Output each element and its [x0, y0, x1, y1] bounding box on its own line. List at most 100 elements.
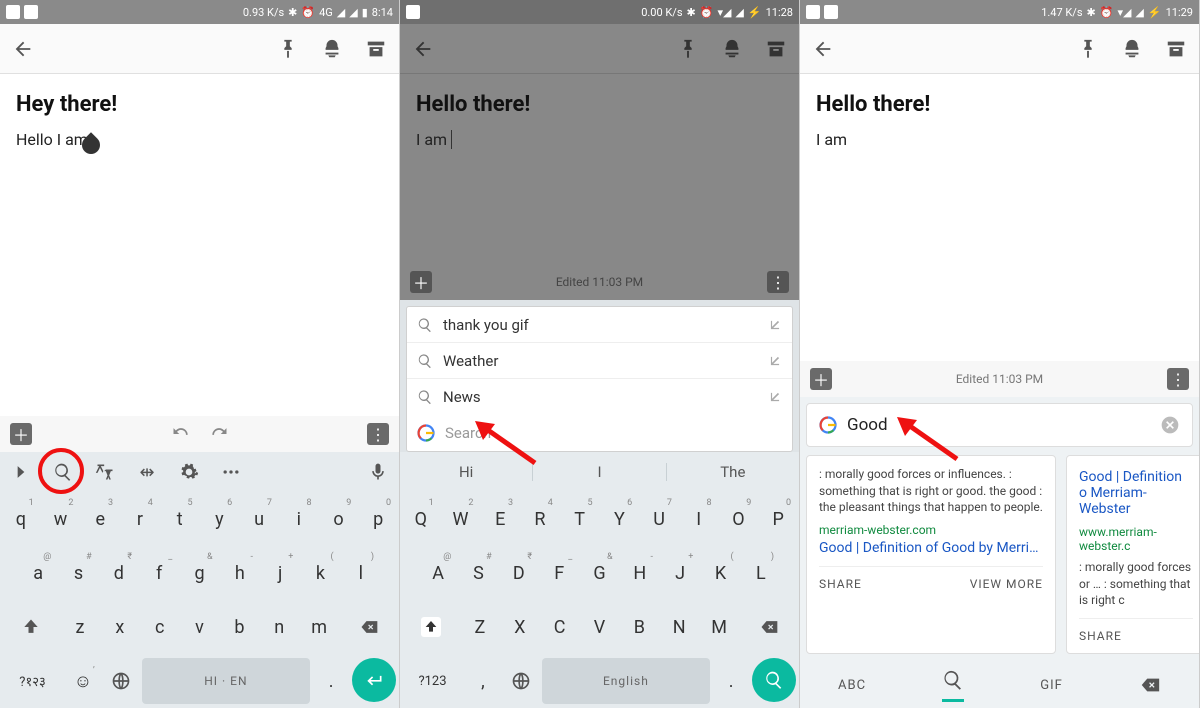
key-x[interactable]: X: [502, 604, 538, 650]
key-p[interactable]: p0: [360, 496, 396, 542]
shift-key[interactable]: [403, 604, 458, 650]
clear-icon[interactable]: [1160, 415, 1180, 435]
more-menu-button[interactable]: ⋮: [1167, 368, 1189, 390]
search-icon[interactable]: [42, 462, 84, 482]
reminder-icon[interactable]: [721, 38, 743, 60]
note-body[interactable]: I am: [816, 129, 1183, 151]
search-suggestion[interactable]: News: [407, 379, 792, 415]
key-f[interactable]: f_: [141, 550, 177, 596]
suggestion-word[interactable]: I: [533, 463, 666, 481]
key-z[interactable]: Z: [462, 604, 498, 650]
suggestion-word[interactable]: The: [667, 463, 799, 481]
pin-icon[interactable]: [277, 38, 299, 60]
key-h[interactable]: H-: [622, 550, 658, 596]
key-i[interactable]: I8: [681, 496, 717, 542]
note-editor[interactable]: Hello there! I am: [800, 74, 1199, 361]
more-icon[interactable]: [210, 462, 252, 482]
share-button[interactable]: SHARE: [819, 577, 862, 591]
key-r[interactable]: R4: [522, 496, 558, 542]
key-e[interactable]: e3: [82, 496, 118, 542]
key-p[interactable]: P0: [760, 496, 796, 542]
redo-icon[interactable]: [209, 424, 229, 444]
key-u[interactable]: u7: [241, 496, 277, 542]
key-a[interactable]: A@: [420, 550, 456, 596]
key-w[interactable]: W2: [443, 496, 479, 542]
key-e[interactable]: E3: [482, 496, 518, 542]
gif-tab[interactable]: GIF: [1040, 678, 1063, 693]
translate-icon[interactable]: [84, 462, 126, 482]
view-more-button[interactable]: VIEW MORE: [970, 577, 1043, 591]
spacebar-key[interactable]: English: [542, 658, 711, 704]
more-menu-button[interactable]: ⋮: [767, 271, 789, 293]
period-key[interactable]: .: [314, 658, 348, 704]
symbols-key[interactable]: ?123: [403, 658, 462, 704]
key-m[interactable]: m: [301, 604, 337, 650]
key-f[interactable]: F_: [541, 550, 577, 596]
add-button[interactable]: ＋: [10, 423, 32, 445]
key-v[interactable]: v: [182, 604, 218, 650]
key-b[interactable]: B: [621, 604, 657, 650]
collapse-icon[interactable]: [0, 462, 42, 482]
key-j[interactable]: J+: [662, 550, 698, 596]
key-o[interactable]: o9: [321, 496, 357, 542]
search-suggestion[interactable]: Weather: [407, 343, 792, 379]
note-body[interactable]: I am: [416, 129, 783, 151]
search-input-row[interactable]: Search: [407, 415, 792, 451]
key-w[interactable]: w2: [43, 496, 79, 542]
note-editor[interactable]: Hey there! Hello I am: [0, 74, 399, 416]
backspace-key[interactable]: [341, 604, 396, 650]
abc-tab[interactable]: ABC: [838, 678, 866, 693]
key-a[interactable]: a@: [20, 550, 56, 596]
key-s[interactable]: S#: [460, 550, 496, 596]
emoji-key[interactable]: ☺,: [66, 658, 100, 704]
gboard-search-input[interactable]: Good: [806, 403, 1193, 447]
key-y[interactable]: y6: [202, 496, 238, 542]
result-card[interactable]: Good | Definition o Merriam-Webster www.…: [1066, 455, 1199, 654]
key-i[interactable]: i8: [281, 496, 317, 542]
key-k[interactable]: K(: [702, 550, 738, 596]
key-c[interactable]: C: [542, 604, 578, 650]
key-d[interactable]: d₹: [101, 550, 137, 596]
key-c[interactable]: c: [142, 604, 178, 650]
key-m[interactable]: M: [701, 604, 737, 650]
key-g[interactable]: g&: [181, 550, 217, 596]
key-l[interactable]: L): [743, 550, 779, 596]
backspace-key[interactable]: [741, 604, 796, 650]
back-icon[interactable]: [412, 38, 434, 60]
settings-icon[interactable]: [168, 462, 210, 482]
key-s[interactable]: s#: [60, 550, 96, 596]
key-o[interactable]: O9: [721, 496, 757, 542]
key-k[interactable]: k(: [302, 550, 338, 596]
comma-key[interactable]: ,: [466, 658, 500, 704]
enter-key[interactable]: [352, 658, 396, 702]
note-title[interactable]: Hello there!: [816, 92, 1183, 117]
note-title[interactable]: Hey there!: [16, 92, 383, 117]
reminder-icon[interactable]: [1121, 38, 1143, 60]
add-button[interactable]: ＋: [810, 368, 832, 390]
reminder-icon[interactable]: [321, 38, 343, 60]
key-n[interactable]: N: [661, 604, 697, 650]
share-button[interactable]: SHARE: [1079, 629, 1122, 643]
key-v[interactable]: V: [582, 604, 618, 650]
key-q[interactable]: q1: [3, 496, 39, 542]
note-body[interactable]: Hello I am: [16, 129, 383, 151]
key-n[interactable]: n: [261, 604, 297, 650]
more-menu-button[interactable]: ⋮: [367, 423, 389, 445]
key-g[interactable]: G&: [581, 550, 617, 596]
period-key[interactable]: .: [714, 658, 748, 704]
pin-icon[interactable]: [1077, 38, 1099, 60]
archive-icon[interactable]: [365, 38, 387, 60]
key-r[interactable]: r4: [122, 496, 158, 542]
key-l[interactable]: l): [343, 550, 379, 596]
key-j[interactable]: j+: [262, 550, 298, 596]
search-key[interactable]: [752, 658, 796, 702]
key-z[interactable]: z: [62, 604, 98, 650]
key-d[interactable]: D₹: [501, 550, 537, 596]
language-key[interactable]: [504, 658, 538, 704]
back-icon[interactable]: [812, 38, 834, 60]
search-tab[interactable]: [942, 669, 964, 702]
key-x[interactable]: x: [102, 604, 138, 650]
key-t[interactable]: T5: [562, 496, 598, 542]
key-u[interactable]: U7: [641, 496, 677, 542]
key-y[interactable]: Y6: [602, 496, 638, 542]
